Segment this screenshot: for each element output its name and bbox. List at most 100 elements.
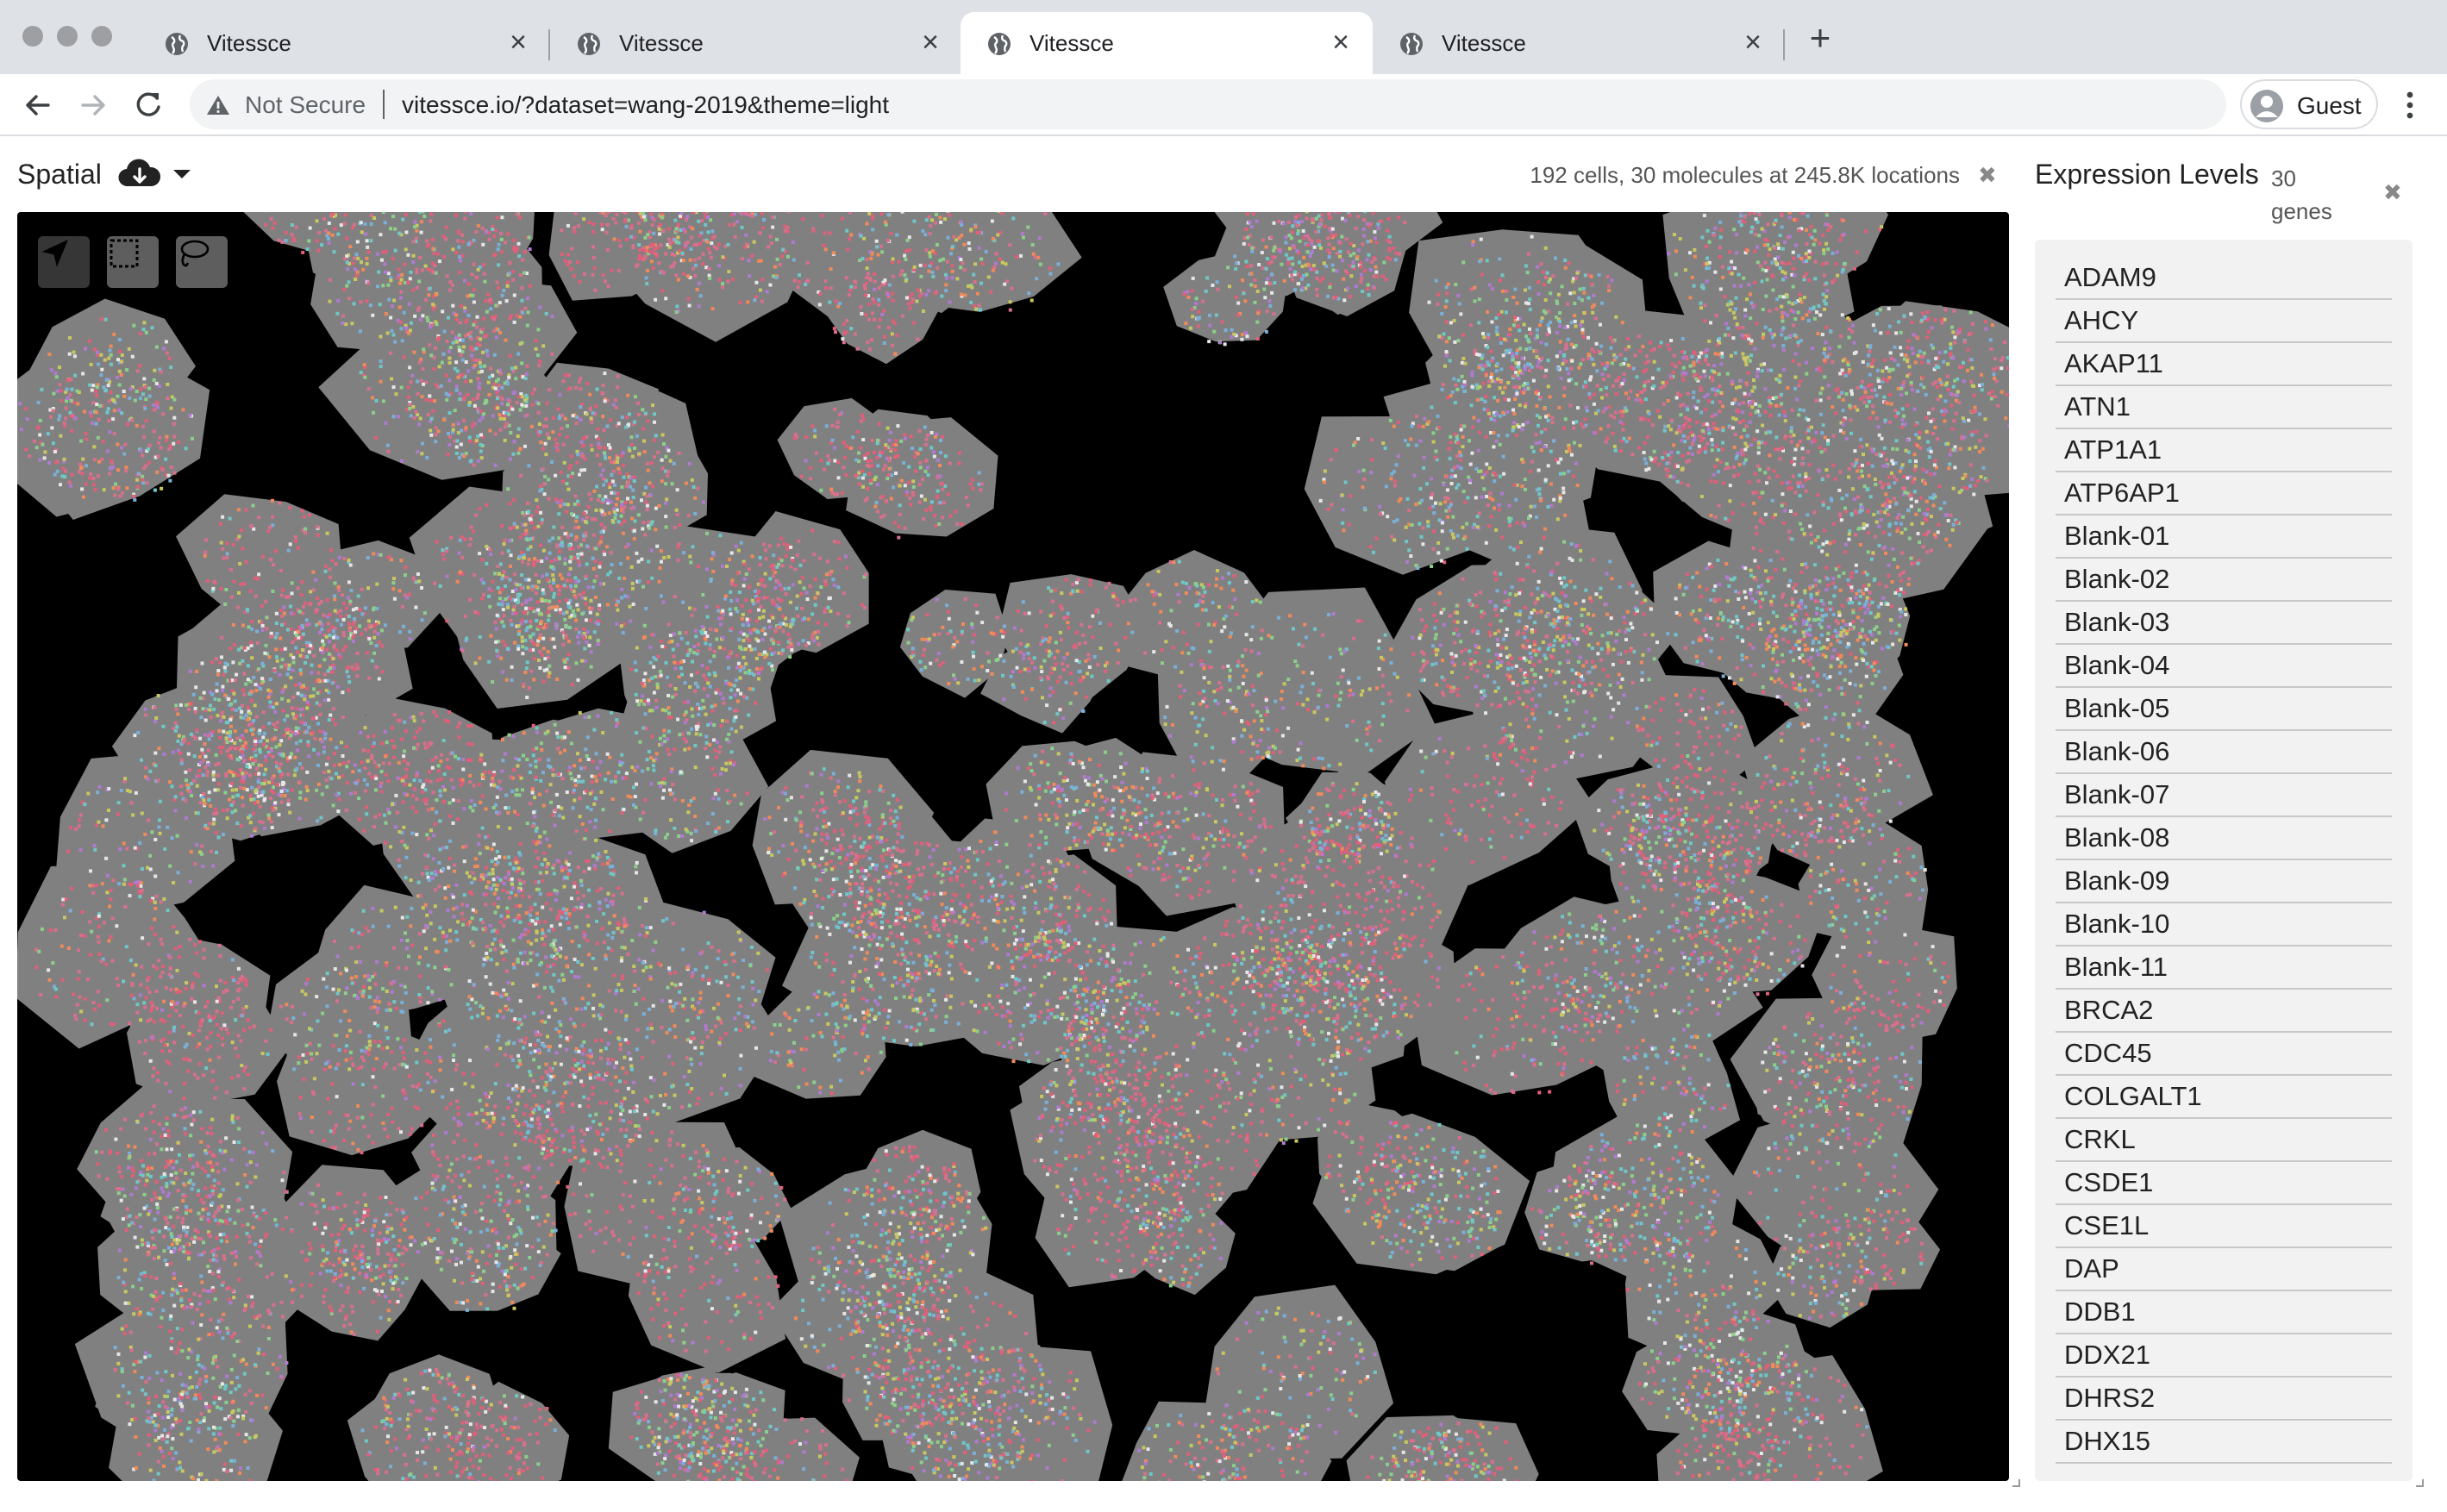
molecule-dot	[1561, 362, 1565, 366]
spatial-canvas[interactable]	[17, 212, 2009, 1481]
new-tab-button[interactable]: +	[1804, 20, 1837, 56]
molecule-dot	[768, 234, 773, 239]
more-vertical-icon[interactable]	[2397, 86, 2423, 124]
molecule-dot	[116, 442, 120, 447]
close-spatial-icon[interactable]: ✖	[1978, 162, 1997, 189]
molecule-dot	[1517, 425, 1521, 429]
warning-triangle-icon[interactable]	[205, 93, 231, 117]
molecule-dot	[397, 231, 402, 235]
molecule-dot	[1305, 234, 1310, 238]
molecule-dot	[1824, 241, 1828, 246]
molecule-dot	[1812, 228, 1817, 233]
cloud-download-icon[interactable]	[117, 157, 162, 191]
molecule-dot	[874, 501, 879, 505]
zoom-window-dot[interactable]	[91, 26, 112, 47]
browser-tab[interactable]: Vitessce ×	[1373, 12, 1785, 74]
back-arrow-icon[interactable]	[19, 86, 57, 124]
molecule-dot	[1776, 255, 1780, 259]
molecule-dot	[1949, 346, 1953, 350]
close-window-dot[interactable]	[22, 26, 43, 47]
molecule-dot	[2004, 416, 2008, 421]
molecule-dot	[1813, 238, 1818, 242]
molecule-dot	[462, 278, 466, 283]
browser-tab-active[interactable]: Vitessce ×	[961, 12, 1373, 74]
molecule-dot	[1584, 384, 1588, 389]
forward-arrow-icon[interactable]	[74, 86, 112, 124]
molecule-dot	[1780, 392, 1784, 397]
molecule-dot	[1618, 420, 1623, 424]
molecule-dot	[1323, 224, 1327, 228]
molecule-dot	[381, 250, 385, 254]
molecule-dot	[1687, 452, 1690, 455]
molecule-dot	[1638, 417, 1643, 422]
molecule-dot	[1607, 405, 1612, 409]
molecule-dot	[1739, 284, 1743, 288]
molecule-dot	[1539, 430, 1543, 434]
browser-tab[interactable]: Vitessce ×	[550, 12, 962, 74]
molecule-dot	[1823, 375, 1827, 379]
molecule-dot	[693, 274, 698, 278]
molecule-dot	[906, 302, 911, 306]
address-bar[interactable]: Not Secure vitessce.io/?dataset=wang-201…	[190, 79, 2226, 129]
molecule-dot	[1617, 376, 1621, 380]
molecule-dot	[496, 378, 500, 382]
close-tab-icon[interactable]: ×	[1324, 26, 1357, 59]
molecule-dot	[686, 274, 690, 278]
molecule-dot	[1909, 381, 1913, 384]
molecule-dot	[1367, 253, 1371, 257]
molecule-dot	[1813, 259, 1818, 264]
minimize-window-dot[interactable]	[57, 26, 78, 47]
molecule-dot	[1694, 406, 1699, 410]
molecule-dot	[514, 366, 518, 370]
molecule-dot	[1599, 388, 1603, 391]
molecule-dot	[353, 256, 357, 260]
molecule-dot	[1818, 398, 1823, 403]
molecule-dot	[1668, 374, 1673, 378]
molecule-dot	[1850, 323, 1855, 328]
chevron-down-icon[interactable]	[171, 166, 193, 182]
molecule-dot	[1899, 353, 1904, 357]
molecule-dot	[383, 262, 387, 266]
molecule-dot	[1700, 235, 1705, 240]
molecule-dot	[474, 347, 479, 351]
molecule-dot	[351, 261, 355, 266]
molecule-dot	[399, 296, 403, 300]
molecule-dot	[1288, 266, 1292, 271]
molecule-dot	[91, 401, 96, 405]
molecule-dot	[572, 274, 576, 278]
molecule-dot	[372, 216, 376, 220]
molecule-dot	[1727, 333, 1731, 337]
close-tab-icon[interactable]: ×	[1737, 26, 1769, 59]
molecule-dot	[706, 215, 710, 219]
molecule-dot	[1821, 233, 1825, 237]
url-text[interactable]: vitessce.io/?dataset=wang-2019&theme=lig…	[402, 91, 889, 119]
molecule-dot	[1373, 286, 1377, 291]
molecule-dot	[1244, 228, 1249, 231]
molecule-dot	[960, 222, 964, 227]
reload-icon[interactable]	[129, 86, 167, 124]
molecule-dot	[506, 232, 510, 236]
molecule-dot	[664, 297, 668, 301]
molecule-dot	[886, 326, 891, 330]
cell-segmentation-layer[interactable]	[17, 212, 2009, 1481]
molecule-dot	[624, 425, 629, 429]
molecule-dot	[1567, 372, 1571, 376]
molecule-dot	[1613, 448, 1618, 453]
molecule-dot	[136, 472, 141, 476]
molecule-dot	[698, 234, 702, 238]
molecule-dot	[1483, 364, 1487, 368]
molecule-dot	[1665, 461, 1669, 465]
molecule-dot	[645, 282, 649, 286]
molecule-dot	[1630, 453, 1635, 457]
molecule-dot	[87, 339, 91, 343]
profile-button[interactable]: Guest	[2240, 79, 2378, 129]
browser-tab[interactable]: Vitessce ×	[138, 12, 550, 74]
close-tab-icon[interactable]: ×	[914, 26, 947, 59]
molecule-dot	[1201, 299, 1205, 303]
molecule-dot	[1733, 433, 1737, 437]
security-label[interactable]: Not Secure	[245, 91, 366, 119]
molecule-dot	[1240, 337, 1244, 341]
molecule-dot	[141, 478, 145, 482]
molecule-dot	[517, 395, 521, 399]
close-tab-icon[interactable]: ×	[502, 26, 535, 59]
